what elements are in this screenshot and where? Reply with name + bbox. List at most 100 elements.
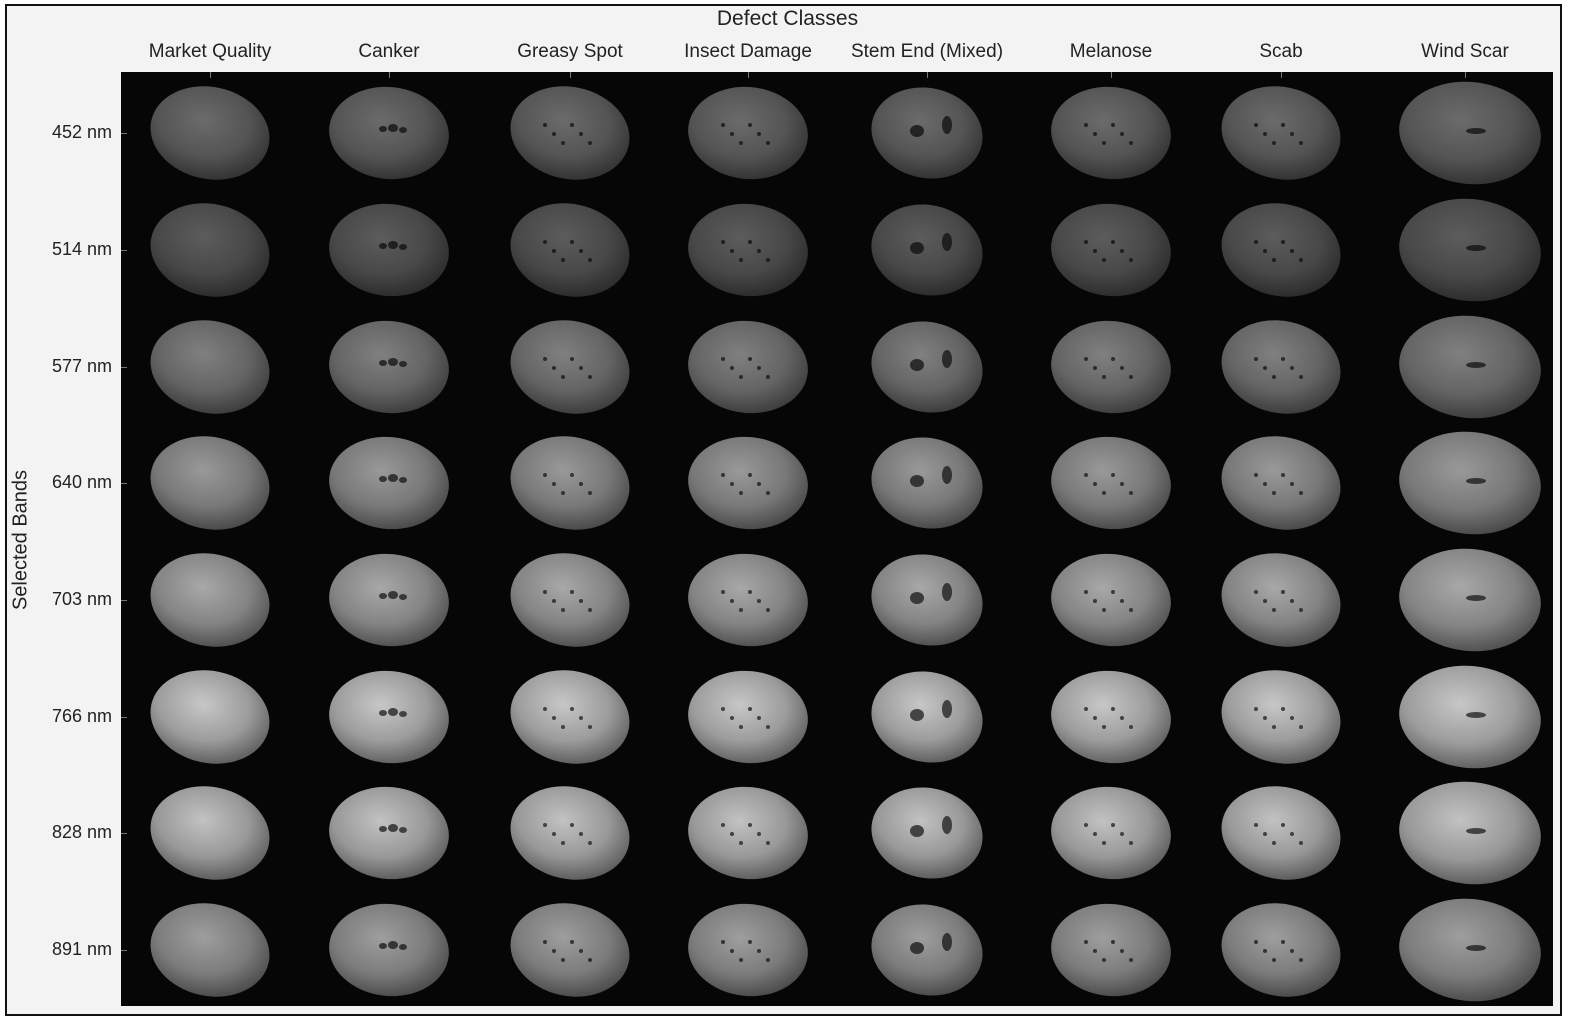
defect-spot	[1129, 491, 1133, 495]
fruit-image	[510, 86, 630, 180]
defect-spot	[721, 590, 725, 594]
defect-spot	[570, 473, 574, 477]
fruit-image	[510, 553, 630, 647]
defect-spot	[1120, 132, 1124, 136]
defect-spot	[388, 124, 398, 132]
defect-spot	[1263, 482, 1267, 486]
fruit-ellipse	[510, 320, 630, 414]
defect-spot	[570, 940, 574, 944]
defect-spot	[588, 725, 592, 729]
defect-spot	[942, 700, 952, 718]
defect-spot	[1290, 832, 1294, 836]
defect-spot	[1120, 249, 1124, 253]
defect-spot	[1299, 491, 1303, 495]
fruit-image	[510, 436, 630, 530]
defect-spot	[1129, 258, 1133, 262]
y-tick	[121, 950, 127, 951]
fruit-ellipse	[150, 553, 270, 647]
x-tick	[748, 72, 749, 78]
defect-spot	[766, 491, 770, 495]
defect-spot	[570, 240, 574, 244]
defect-spot	[379, 943, 387, 949]
fruit-image	[510, 903, 630, 997]
fruit-ellipse	[1051, 86, 1171, 180]
fruit-ellipse	[871, 204, 983, 296]
defect-spot	[543, 123, 547, 127]
defect-spot	[1084, 123, 1088, 127]
fruit-ellipse	[150, 436, 270, 530]
defect-spot	[748, 123, 752, 127]
defect-spot	[1102, 608, 1106, 612]
fruit-image	[150, 320, 270, 414]
defect-spot	[1120, 949, 1124, 953]
fruit-image	[1221, 203, 1341, 297]
fruit-ellipse	[329, 320, 449, 414]
defect-spot	[1290, 599, 1294, 603]
defect-spot	[730, 366, 734, 370]
fruit-image	[1051, 203, 1171, 297]
defect-spot	[379, 126, 387, 132]
defect-spot	[1120, 599, 1124, 603]
defect-spot	[1129, 375, 1133, 379]
fruit-ellipse	[510, 203, 630, 297]
defect-spot	[1111, 940, 1115, 944]
defect-spot	[1254, 473, 1258, 477]
defect-spot	[388, 824, 398, 832]
defect-spot	[570, 823, 574, 827]
defect-spot	[757, 599, 761, 603]
defect-spot	[721, 707, 725, 711]
defect-spot	[1084, 357, 1088, 361]
defect-spot	[561, 841, 565, 845]
y-tick	[121, 250, 127, 251]
defect-spot	[1272, 958, 1276, 962]
fruit-image	[1399, 431, 1541, 535]
defect-spot	[1129, 841, 1133, 845]
defect-spot	[1093, 366, 1097, 370]
fruit-ellipse	[1221, 670, 1341, 764]
y-tick	[121, 833, 127, 834]
defect-spot	[1290, 132, 1294, 136]
defect-spot	[588, 491, 592, 495]
fruit-ellipse	[329, 436, 449, 530]
defect-spot	[739, 958, 743, 962]
defect-spot	[543, 240, 547, 244]
defect-spot	[757, 249, 761, 253]
fruit-image	[688, 786, 808, 880]
defect-spot	[1263, 949, 1267, 953]
fruit-image	[1051, 320, 1171, 414]
defect-spot	[570, 357, 574, 361]
fruit-image	[150, 553, 270, 647]
defect-spot	[1466, 945, 1486, 951]
defect-spot	[399, 477, 407, 483]
fruit-image	[1221, 86, 1341, 180]
defect-spot	[1281, 590, 1285, 594]
x-tick	[570, 72, 571, 78]
defect-spot	[1120, 482, 1124, 486]
fruit-ellipse	[510, 86, 630, 180]
defect-spot	[570, 707, 574, 711]
fruit-image	[1399, 781, 1541, 885]
defect-spot	[748, 940, 752, 944]
defect-spot	[721, 940, 725, 944]
fruit-image	[1051, 553, 1171, 647]
image-grid-panel	[121, 72, 1553, 1006]
defect-spot	[721, 357, 725, 361]
defect-spot	[399, 594, 407, 600]
defect-spot	[1102, 141, 1106, 145]
defect-spot	[748, 707, 752, 711]
defect-spot	[1272, 725, 1276, 729]
fruit-ellipse	[688, 670, 808, 764]
defect-spot	[388, 358, 398, 366]
defect-spot	[721, 123, 725, 127]
defect-spot	[730, 949, 734, 953]
defect-spot	[1299, 725, 1303, 729]
defect-spot	[1263, 249, 1267, 253]
defect-spot	[1299, 608, 1303, 612]
fruit-image	[871, 904, 983, 996]
fruit-image	[1221, 670, 1341, 764]
fruit-image	[329, 903, 449, 997]
defect-spot	[1120, 366, 1124, 370]
defect-spot	[1299, 841, 1303, 845]
fruit-image	[871, 204, 983, 296]
fruit-image	[1221, 903, 1341, 997]
